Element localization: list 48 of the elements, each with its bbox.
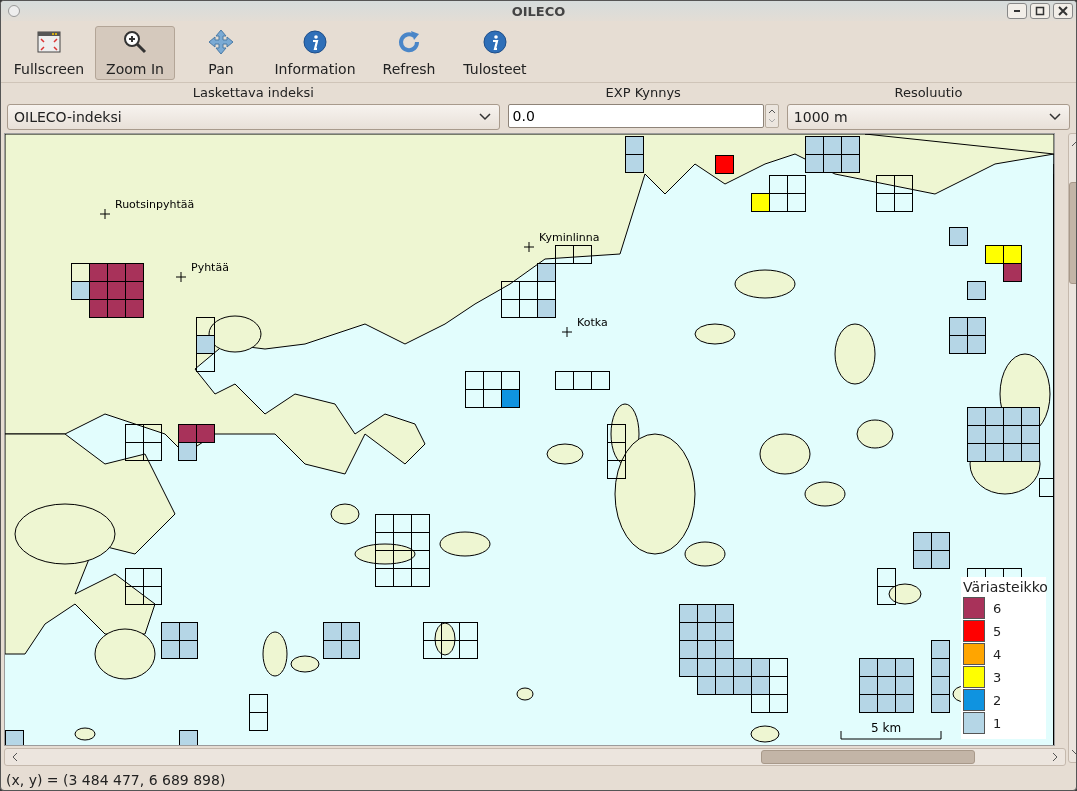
pan-arrows-icon	[208, 29, 234, 55]
place-marker-icon	[175, 271, 187, 283]
toolbar-button[interactable]: Refresh	[369, 26, 449, 80]
legend-label: 4	[993, 646, 1002, 662]
index-label: Laskettava indeksi	[192, 85, 314, 101]
place-label: Kotka	[577, 316, 608, 329]
close-icon	[1058, 6, 1068, 16]
refresh-icon	[396, 29, 422, 55]
close-button[interactable]	[1053, 3, 1073, 19]
info-icon	[482, 29, 508, 55]
info-icon	[302, 29, 328, 55]
window-menu-icon[interactable]	[8, 5, 20, 17]
chevron-right-icon	[1051, 752, 1059, 762]
place-marker-icon	[523, 241, 535, 253]
toolbar-button[interactable]: Information	[267, 26, 363, 80]
maximize-icon	[1035, 6, 1045, 16]
place-label: Kyminlinna	[539, 231, 600, 244]
legend-label: 1	[993, 715, 1002, 731]
scale-label: 5 km	[871, 721, 902, 735]
resolution-dropdown[interactable]: 1000 m	[786, 104, 1070, 130]
horizontal-scrollbar[interactable]	[4, 748, 1066, 766]
map-view[interactable]: Ruotsinpyhtää Pyhtää Kyminlinna Kotka 5 km Väriasteikko 6 5 4 3 2 1	[4, 133, 1055, 746]
spin-buttons[interactable]	[764, 104, 779, 128]
toolbar-button[interactable]: Fullscreen	[9, 26, 89, 80]
scrollbar-thumb[interactable]	[761, 750, 975, 764]
place-label: Ruotsinpyhtää	[115, 198, 195, 211]
legend-label: 5	[993, 623, 1002, 639]
toolbar-button[interactable]: Pan	[181, 26, 261, 80]
threshold-label: EXP Kynnys	[605, 85, 681, 101]
index-dropdown[interactable]: OILECO-indeksi	[7, 104, 500, 130]
legend-label: 2	[993, 692, 1002, 708]
place-marker-icon	[561, 326, 573, 338]
status-text: (x, y) = (3 484 477, 6 689 898)	[5, 771, 227, 790]
window-title: OILECO	[511, 3, 566, 19]
legend-label: 3	[993, 669, 1002, 685]
toolbar-button[interactable]: Zoom In	[95, 26, 175, 80]
fullscreen-icon	[36, 29, 62, 55]
resolution-label: Resoluutio	[894, 85, 963, 101]
minimize-icon	[1014, 10, 1020, 12]
legend-label: 6	[993, 600, 1002, 616]
zoom-in-icon	[122, 29, 148, 55]
threshold-field[interactable]: 0.0	[507, 104, 764, 128]
toolbar-button[interactable]: Tulosteet	[455, 26, 535, 80]
place-label: Pyhtää	[191, 261, 229, 274]
chevron-left-icon	[11, 752, 19, 762]
minimize-button[interactable]	[1007, 3, 1027, 19]
place-marker-icon	[99, 208, 111, 220]
maximize-button[interactable]	[1030, 3, 1050, 19]
